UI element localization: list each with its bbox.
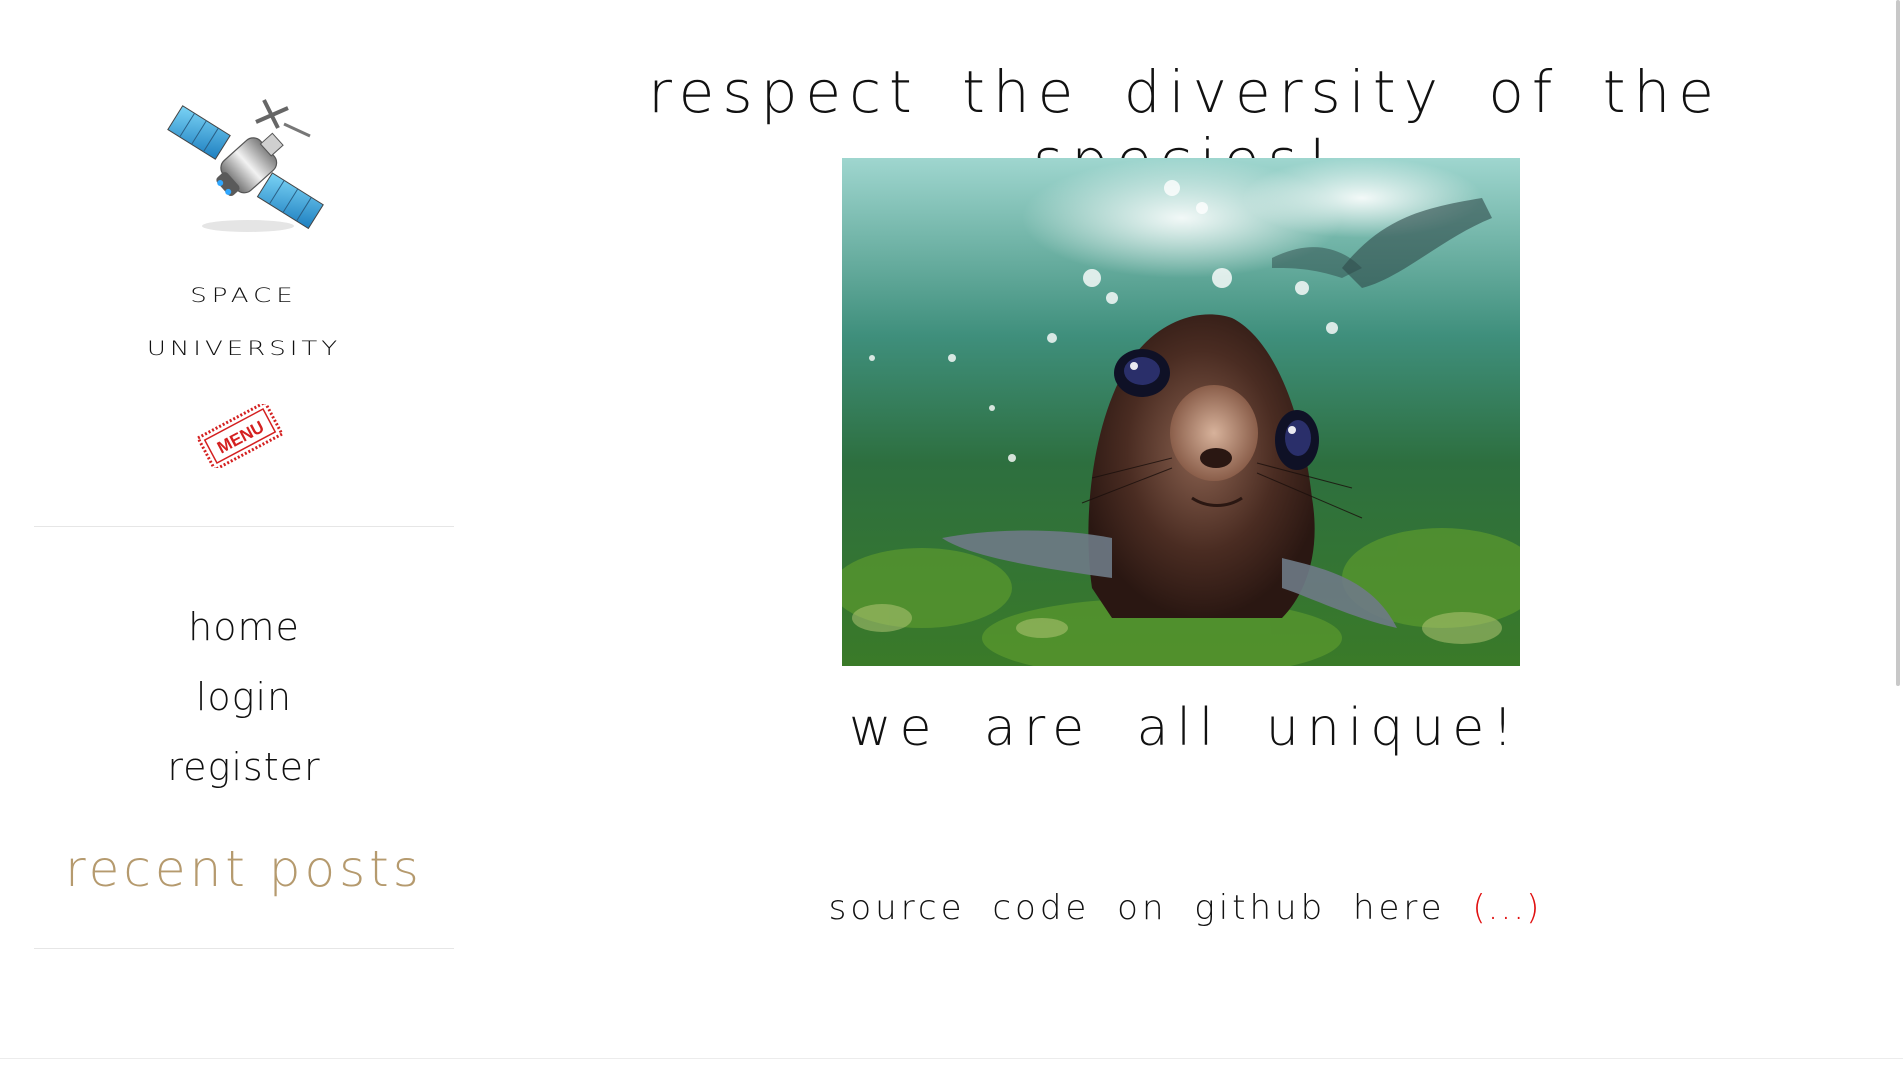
github-source-link[interactable]: (...) — [1472, 888, 1541, 928]
sidebar: Space University MENU home login registe… — [34, 0, 454, 960]
nav-home-link[interactable]: home — [34, 592, 454, 662]
scrollbar-thumb[interactable] — [1896, 0, 1900, 686]
site-title-line1: Space — [190, 284, 298, 308]
tagline: we are all unique! — [848, 698, 1522, 758]
menu-stamp-button[interactable]: MENU — [192, 400, 288, 472]
site-title-line2: University — [146, 337, 342, 361]
satellite-icon[interactable] — [160, 88, 330, 238]
main-content: respect the diversity of the species! — [560, 0, 1810, 1060]
sidebar-nav: home login register — [34, 592, 454, 802]
sidebar-divider-top — [34, 526, 454, 527]
source-line: source code on github here (...) — [560, 888, 1810, 928]
page: Space University MENU home login registe… — [0, 0, 1903, 1080]
nav-register-link[interactable]: register — [34, 732, 454, 802]
source-text: source code on github here — [828, 888, 1446, 928]
nav-login-link[interactable]: login — [34, 662, 454, 732]
recent-posts-heading[interactable]: recent posts — [34, 840, 454, 898]
footer-divider — [0, 1058, 1903, 1059]
hero-image-sea-lion — [842, 158, 1520, 666]
sidebar-divider-bottom — [34, 948, 454, 949]
